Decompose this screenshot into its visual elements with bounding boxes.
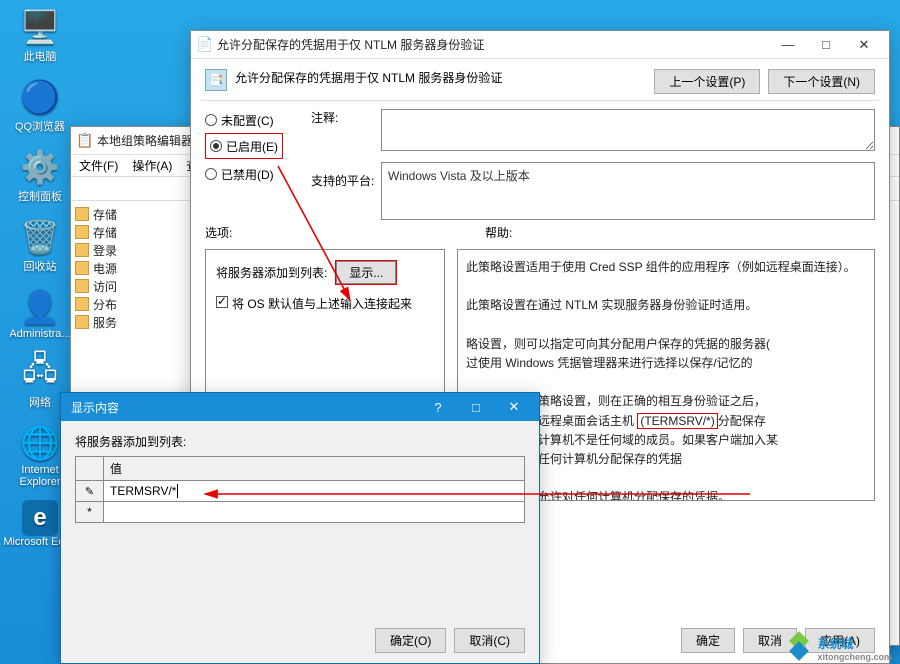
pc-icon: 🖥️ bbox=[19, 6, 61, 48]
col-header-value: 值 bbox=[104, 457, 525, 481]
close-button[interactable]: ✕ bbox=[495, 394, 533, 420]
checkbox-icon bbox=[216, 296, 228, 308]
menu-action[interactable]: 操作(A) bbox=[132, 157, 172, 174]
folder-icon bbox=[75, 279, 89, 293]
tree-item[interactable]: 电源 bbox=[75, 259, 197, 277]
grid-row-new[interactable]: * bbox=[76, 502, 525, 523]
watermark-brand: 系统城 bbox=[817, 637, 853, 651]
platform-label: 支持的平台: bbox=[311, 172, 381, 189]
tree-item[interactable]: 分布 bbox=[75, 295, 197, 313]
folder-icon bbox=[75, 297, 89, 311]
network-icon: 🖧 bbox=[19, 352, 61, 394]
policy-heading: 允许分配保存的凭据用于仅 NTLM 服务器身份验证 bbox=[235, 69, 654, 86]
watermark-url: xitongcheng.com bbox=[817, 652, 892, 662]
row-header-new: * bbox=[76, 502, 104, 523]
tree-item[interactable]: 访问 bbox=[75, 277, 197, 295]
desktop-icon-controlpanel[interactable]: ⚙️控制面板 bbox=[0, 146, 80, 204]
browser-icon: 🔵 bbox=[19, 76, 61, 118]
policy-window-title: 允许分配保存的凭据用于仅 NTLM 服务器身份验证 bbox=[213, 36, 769, 53]
options-label: 选项: bbox=[205, 224, 485, 241]
maximize-button[interactable]: □ bbox=[807, 32, 845, 58]
grid-corner bbox=[76, 457, 104, 481]
grid-row[interactable]: ✎ TERMSRV/* bbox=[76, 481, 525, 502]
add-servers-label: 将服务器添加到列表: bbox=[216, 264, 327, 281]
pencil-icon: ✎ bbox=[85, 486, 94, 498]
minimize-button[interactable]: — bbox=[769, 32, 807, 58]
ok-button[interactable]: 确定 bbox=[681, 628, 735, 653]
prev-setting-button[interactable]: 上一个设置(P) bbox=[654, 69, 760, 94]
tree-item[interactable]: 存储 bbox=[75, 205, 197, 223]
radio-icon bbox=[210, 140, 222, 152]
policy-titlebar[interactable]: 📄 允许分配保存的凭据用于仅 NTLM 服务器身份验证 — □ ✕ bbox=[191, 31, 889, 59]
ie-icon: 🌐 bbox=[19, 422, 61, 464]
folder-icon bbox=[75, 243, 89, 257]
row-header-edit: ✎ bbox=[76, 481, 104, 502]
desktop-icon-recyclebin[interactable]: 🗑️回收站 bbox=[0, 216, 80, 274]
help-label: 帮助: bbox=[485, 224, 512, 241]
comment-textarea[interactable] bbox=[381, 109, 875, 151]
trash-icon: 🗑️ bbox=[19, 216, 61, 258]
policy-heading-icon: 📑 bbox=[205, 69, 227, 91]
gpedit-icon: 📋 bbox=[77, 133, 93, 149]
policy-title-icon: 📄 bbox=[197, 37, 213, 53]
folder-icon bbox=[75, 261, 89, 275]
show-button[interactable]: 显示... bbox=[336, 261, 396, 284]
values-grid[interactable]: 值 ✎ TERMSRV/* * bbox=[75, 456, 525, 523]
help-button[interactable]: ? bbox=[419, 394, 457, 420]
maximize-button[interactable]: □ bbox=[457, 394, 495, 420]
showdlg-subtitle: 将服务器添加到列表: bbox=[75, 433, 525, 450]
ok-button[interactable]: 确定(O) bbox=[375, 628, 446, 653]
tree-item[interactable]: 登录 bbox=[75, 241, 197, 259]
radio-not-configured[interactable]: 未配置(C) bbox=[205, 109, 301, 131]
menu-file[interactable]: 文件(F) bbox=[79, 157, 118, 174]
os-default-checkbox-row[interactable]: 将 OS 默认值与上述输入连接起来 bbox=[216, 295, 434, 312]
radio-disabled[interactable]: 已禁用(D) bbox=[205, 163, 301, 185]
desktop-icon-thispc[interactable]: 🖥️此电脑 bbox=[0, 6, 80, 64]
watermark: 系统城 xitongcheng.com bbox=[785, 634, 892, 662]
gear-icon: ⚙️ bbox=[19, 146, 61, 188]
termsrv-highlight: (TERMSRV/*) bbox=[637, 413, 717, 429]
folder-icon bbox=[75, 225, 89, 239]
user-icon: 👤 bbox=[19, 286, 61, 328]
value-cell-empty[interactable] bbox=[104, 502, 525, 523]
desktop-icon-admin[interactable]: 👤Administra... bbox=[0, 286, 80, 340]
next-setting-button[interactable]: 下一个设置(N) bbox=[768, 69, 875, 94]
radio-icon bbox=[205, 168, 217, 180]
value-cell[interactable]: TERMSRV/* bbox=[104, 481, 525, 502]
edge-icon: e bbox=[22, 500, 58, 536]
comment-label: 注释: bbox=[311, 109, 381, 126]
close-button[interactable]: ✕ bbox=[845, 32, 883, 58]
folder-icon bbox=[75, 315, 89, 329]
show-contents-dialog: 显示内容 ? □ ✕ 将服务器添加到列表: 值 ✎ TERMSRV/* * 确定… bbox=[60, 392, 540, 664]
desktop-icon-qqbrowser[interactable]: 🔵QQ浏览器 bbox=[0, 76, 80, 134]
radio-icon bbox=[205, 114, 217, 126]
show-button-highlight: 显示... bbox=[335, 260, 397, 285]
cancel-button[interactable]: 取消(C) bbox=[454, 628, 525, 653]
showdlg-title: 显示内容 bbox=[67, 399, 419, 416]
tree-item[interactable]: 服务 bbox=[75, 313, 197, 331]
radio-enabled[interactable]: 已启用(E) bbox=[210, 135, 278, 157]
star-icon: * bbox=[87, 505, 92, 519]
tree-item[interactable]: 存储 bbox=[75, 223, 197, 241]
watermark-logo-icon bbox=[785, 634, 813, 662]
platform-box: Windows Vista 及以上版本 bbox=[381, 162, 875, 220]
radio-enabled-highlight: 已启用(E) bbox=[205, 133, 283, 159]
showdlg-titlebar[interactable]: 显示内容 ? □ ✕ bbox=[61, 393, 539, 421]
folder-icon bbox=[75, 207, 89, 221]
